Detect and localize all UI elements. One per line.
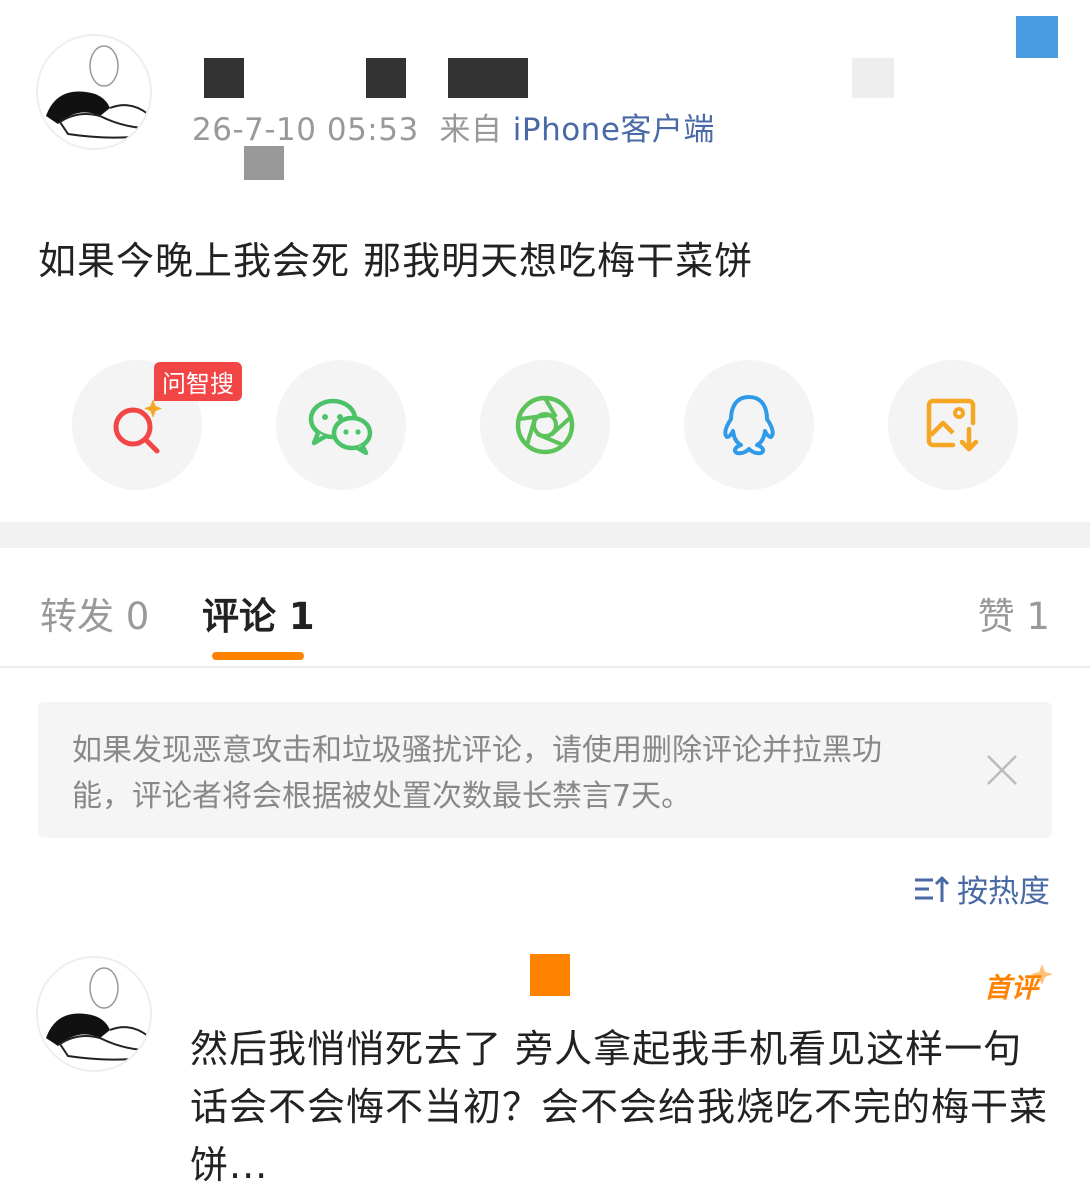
sort-toggle[interactable]: 按热度 (913, 866, 1050, 911)
moments-share-button[interactable] (480, 360, 610, 490)
sort-label: 按热度 (957, 874, 1050, 910)
avatar-illustration (38, 958, 150, 1070)
redacted-username-part (204, 58, 244, 98)
comment-notice: 如果发现恶意攻击和垃圾骚扰评论，请使用删除评论并拉黑功能，评论者将会根据被处置次… (38, 702, 1052, 838)
tab-comments[interactable]: 评论 1 (202, 586, 315, 640)
active-tab-indicator (212, 652, 304, 660)
post-from-label: 来自 (439, 112, 503, 148)
wechat-share-button[interactable] (276, 360, 406, 490)
save-image-icon (926, 398, 979, 452)
first-comment-label: 首评 (984, 973, 1038, 1004)
qq-icon (723, 395, 775, 456)
post-author-avatar[interactable] (36, 34, 152, 150)
smart-search-tag: 问智搜 (154, 362, 242, 401)
post-text: 如果今晚上我会死 那我明天想吃梅干菜饼 (38, 239, 754, 283)
redacted-username-part (448, 58, 528, 98)
moments-icon (515, 395, 575, 455)
redacted-commenter-badge (530, 954, 570, 996)
redacted-username-part (366, 58, 406, 98)
save-image-button[interactable] (888, 360, 1018, 490)
qq-share-button[interactable] (684, 360, 814, 490)
notice-text: 如果发现恶意攻击和垃圾骚扰评论，请使用删除评论并拉黑功能，评论者将会根据被处置次… (72, 733, 882, 814)
corner-badge[interactable] (1016, 16, 1058, 58)
wechat-icon (308, 398, 373, 455)
avatar-illustration (38, 36, 150, 148)
close-icon (987, 755, 1017, 785)
smart-search-icon (113, 399, 162, 454)
section-divider (0, 522, 1090, 548)
redacted-tag (244, 146, 284, 180)
sort-icon (915, 876, 949, 902)
post-time: 26-7-10 05:53 (192, 112, 419, 148)
tab-bar: 转发 0 评论 1 赞 1 (0, 548, 1090, 668)
post-meta: 26-7-10 05:53 来自 iPhone客户端 (192, 104, 715, 149)
tab-likes[interactable]: 赞 1 (978, 586, 1050, 640)
tab-repost[interactable]: 转发 0 (40, 586, 149, 640)
post-source-link[interactable]: iPhone客户端 (513, 112, 715, 148)
share-row: 问智搜 (72, 360, 1022, 490)
comment-text: 然后我悄悄死去了 旁人拿起我手机看见这样一句话会不会悔不当初？会不会给我烧吃不完… (190, 1027, 1049, 1187)
commenter-avatar[interactable] (36, 956, 152, 1072)
first-comment-badge: 首评 (980, 960, 1056, 1006)
notice-close-button[interactable] (986, 754, 1018, 786)
redacted-badge (852, 58, 894, 98)
